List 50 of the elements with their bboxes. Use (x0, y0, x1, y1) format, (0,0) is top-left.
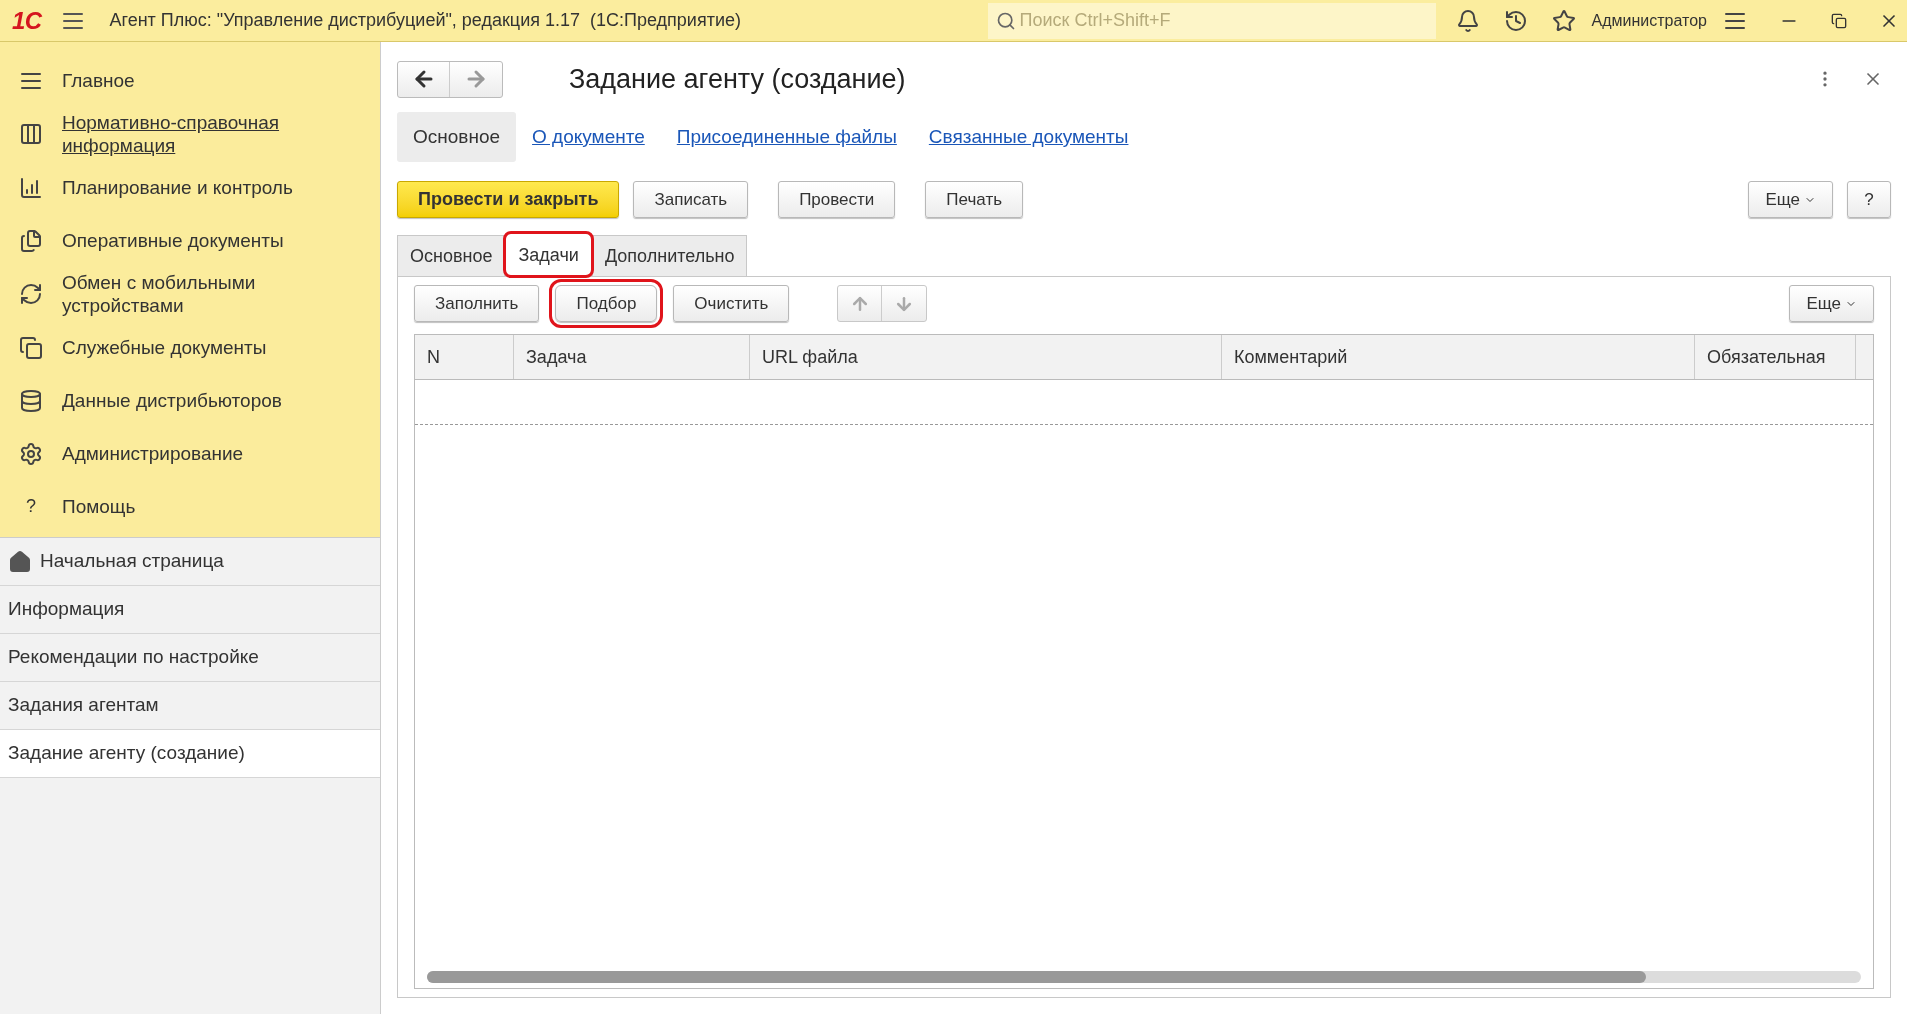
settings-icon (19, 441, 43, 466)
form-title: Задание агенту (создание) (569, 62, 906, 96)
section-item[interactable]: Администрирование (62, 442, 312, 465)
star-icon[interactable] (1551, 8, 1576, 33)
section-item[interactable]: Служебные документы (62, 336, 312, 359)
user-name[interactable]: Администратор (1591, 8, 1707, 33)
tab[interactable]: Дополнительно (591, 235, 748, 276)
search-field[interactable]: Поиск Ctrl+Shift+F (987, 2, 1436, 39)
bar-chart-icon (19, 175, 43, 200)
tab[interactable]: Задачи (505, 233, 592, 276)
nav-link[interactable]: Связанные документы (912, 112, 1145, 162)
table-button[interactable]: Заполнить (414, 285, 540, 322)
documents-icon (19, 335, 43, 360)
command-button[interactable]: Печать (925, 181, 1024, 218)
column-header[interactable]: N (415, 335, 514, 379)
logo: 1С (12, 5, 42, 36)
restore-icon[interactable] (1831, 12, 1847, 29)
command-button[interactable]: Провести и закрыть (397, 181, 620, 218)
more-button[interactable]: Еще (1789, 285, 1874, 322)
refresh-icon (19, 282, 43, 306)
column-header[interactable]: Обязательная (1695, 335, 1856, 379)
database-icon (19, 388, 43, 413)
column-header[interactable]: Комментарий (1222, 335, 1695, 379)
command-button[interactable]: Записать (633, 181, 749, 218)
question-glyph: ? (26, 495, 36, 518)
section-item[interactable]: Нормативно-справочная информация (62, 111, 312, 157)
command-button[interactable]: Провести (778, 181, 896, 218)
more-button[interactable]: Еще (1748, 181, 1833, 218)
home-icon (8, 549, 32, 574)
section-item[interactable]: Обмен с мобильными устройствами (62, 271, 312, 317)
nav-link[interactable]: О документе (516, 112, 661, 162)
documents-icon (19, 228, 43, 253)
section-item[interactable]: Помощь (62, 495, 312, 518)
nav-link[interactable]: Присоединенные файлы (660, 112, 913, 162)
history-icon[interactable] (1503, 8, 1528, 33)
window-title: Агент Плюс: "Управление дистрибуцией", редакция 1.17 (1С:Предприятие) (109, 9, 741, 32)
section-item[interactable]: Оперативные документы (62, 229, 312, 252)
help-button[interactable]: ? (1847, 181, 1891, 218)
tab[interactable]: Основное (397, 235, 506, 276)
section-item[interactable]: Главное (62, 69, 312, 92)
nav-link[interactable]: Основное (397, 112, 517, 162)
bell-icon[interactable] (1455, 8, 1480, 33)
section-item[interactable]: Планирование и контроль (62, 176, 312, 199)
column-header[interactable]: Задача (514, 335, 750, 379)
table-button[interactable]: Очистить (673, 285, 790, 322)
open-window-item[interactable]: Задание агенту (создание) (0, 730, 380, 778)
column-header[interactable]: URL файла (750, 335, 1222, 379)
columns-icon (19, 122, 43, 146)
section-item[interactable]: Данные дистрибьюторов (62, 389, 312, 412)
search-icon (995, 10, 1016, 31)
